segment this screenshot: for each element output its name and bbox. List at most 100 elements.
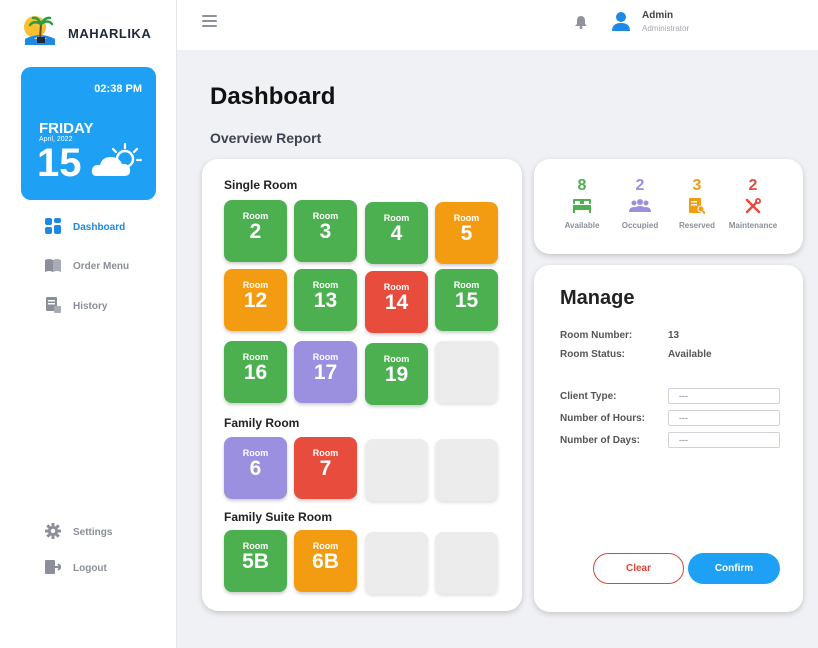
dashboard-icon [45,218,61,237]
room-number: 16 [243,361,268,384]
family-suite-room-title: Family Suite Room [224,510,333,524]
room-tile-3[interactable]: Room 3 [294,200,357,262]
room-number: 17 [313,361,338,384]
stat-label: Available [564,221,600,230]
stat-occupied: 2 Occupied [608,177,672,230]
room-number: 5B [242,550,269,573]
room-tile-empty [435,439,498,501]
room-number: 2 [249,220,262,243]
room-tile-5[interactable]: Room 5 [435,202,498,264]
bed-icon [550,196,614,216]
room-tile-4[interactable]: Room 4 [365,202,428,264]
stat-count: 2 [635,177,645,194]
room-tile-6b[interactable]: Room 6B [294,530,357,592]
history-icon [45,297,61,316]
family-room-title: Family Room [224,416,300,430]
room-number: 3 [319,220,332,243]
sidebar-item-label: Dashboard [73,222,126,233]
room-tile-14[interactable]: Room 14 [365,271,428,333]
book-icon [45,258,61,275]
date-card: 02:38 PM FRIDAY April, 2022 15 [21,67,156,200]
page-title: Dashboard [210,83,336,110]
room-number: 6 [249,457,262,480]
room-tile-15[interactable]: Room 15 [435,269,498,331]
room-tile-empty [435,341,498,403]
sidebar-item-label: Logout [73,563,107,574]
client-type-field[interactable]: --- [668,388,780,404]
people-icon [608,196,672,216]
page-subtitle: Overview Report [210,130,322,146]
stats-panel: 8 Available 2 Occupied 3 Reserved 2 Main… [534,159,803,254]
stat-count: 3 [692,177,702,194]
sidebar-item-logout[interactable]: Logout [45,559,107,578]
room-status-value: Available [668,349,712,360]
room-tile-5b[interactable]: Room 5B [224,530,287,592]
hours-field[interactable]: --- [668,410,780,426]
sidebar-item-history[interactable]: History [45,297,107,316]
days-label: Number of Days: [560,435,641,446]
stat-label: Maintenance [728,221,778,230]
stat-available: 8 Available [550,177,614,230]
room-number: 6B [312,550,339,573]
room-number: 15 [454,289,479,312]
sidebar-item-settings[interactable]: Settings [45,523,112,542]
room-tile-empty [435,532,498,594]
single-room-title: Single Room [224,178,298,192]
stat-reserved: 3 Reserved [665,177,729,230]
room-number: 5 [460,222,473,245]
user-name: Admin [642,10,674,21]
room-status-label: Room Status: [560,349,625,360]
user-role: Administrator [642,24,690,33]
room-panel: Single Room Room 2 Room 3 Room 4 Room 5 Room 12 Ro… [202,159,522,611]
hamburger-icon[interactable] [202,15,217,27]
room-tile-empty [365,532,428,594]
room-number: 7 [319,457,332,480]
room-tile-19[interactable]: Room 19 [365,343,428,405]
room-tile-empty [365,439,428,501]
sidebar-item-order-menu[interactable]: Order Menu [45,258,129,275]
confirm-button[interactable]: Confirm [688,553,780,584]
topbar: Admin Administrator [177,0,818,50]
manage-panel: Manage Room Number: 13 Room Status: Avai… [534,265,803,612]
stat-label: Occupied [621,221,659,230]
room-tile-12[interactable]: Room 12 [224,269,287,331]
room-tile-2[interactable]: Room 2 [224,200,287,262]
room-number: 13 [313,289,338,312]
sidebar-item-label: Settings [73,527,113,538]
brand[interactable]: MAHARLIKA [22,14,151,53]
days-field[interactable]: --- [668,432,780,448]
hours-label: Number of Hours: [560,413,645,424]
stat-label: Reserved [678,221,716,230]
stat-count: 2 [748,177,758,194]
bell-icon[interactable] [575,15,587,34]
stat-maintenance: 2 Maintenance [721,177,785,230]
room-number-label: Room Number: [560,330,633,341]
reserved-document-icon [665,196,729,216]
room-tile-6[interactable]: Room 6 [224,437,287,499]
room-number: 19 [384,363,409,386]
partly-cloudy-icon [91,142,145,183]
logout-icon [45,559,63,578]
sidebar-item-label: History [73,301,108,312]
sidebar-item-dashboard[interactable]: Dashboard [45,218,125,237]
brand-name: MAHARLIKA [68,26,152,41]
weekday: FRIDAY [39,120,94,137]
room-tile-17[interactable]: Room 17 [294,341,357,403]
manage-title: Manage [560,287,635,309]
room-tile-7[interactable]: Room 7 [294,437,357,499]
room-tile-16[interactable]: Room 16 [224,341,287,403]
sidebar: MAHARLIKA 02:38 PM FRIDAY April, 2022 15… [0,0,177,648]
client-type-label: Client Type: [560,391,617,402]
room-number: 14 [384,291,409,314]
tools-icon [721,196,785,216]
gear-icon [45,523,61,542]
room-tile-13[interactable]: Room 13 [294,269,357,331]
user-avatar-icon[interactable] [612,11,630,38]
sidebar-item-label: Order Menu [73,261,130,272]
room-number: 4 [390,222,403,245]
clock-time: 02:38 PM [94,83,142,95]
island-logo-icon [22,14,58,53]
clear-button[interactable]: Clear [593,553,684,584]
room-number: 12 [243,289,268,312]
stat-count: 8 [577,177,587,194]
